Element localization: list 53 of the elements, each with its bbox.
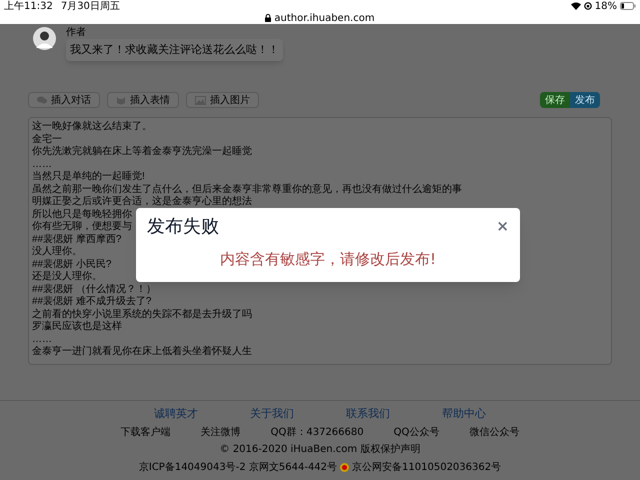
footer-item[interactable]: 微信公众号 [469, 424, 520, 440]
footer-item[interactable]: QQ群：437266680 [270, 424, 364, 440]
editor-line: 罗瀛民应该也是这样 [32, 321, 122, 334]
status-time: 上午11:32 [4, 0, 53, 14]
editor-line: 你先洗漱完就躺在床上等着金泰亨洗完澡一起睡觉 [32, 146, 252, 158]
save-button[interactable]: 保存 [540, 92, 570, 108]
image-icon [195, 96, 206, 104]
editor-line: 金泰亨一进门就看见你在床上低着头坐着怀疑人生 [32, 346, 252, 358]
chat-icon [37, 96, 47, 104]
insert-button[interactable]: 插入表情 [107, 92, 179, 108]
insert-button[interactable]: 插入对话 [28, 92, 100, 108]
footer-link[interactable]: 诚聘英才 [154, 406, 198, 422]
insert-button[interactable]: 插入图片 [186, 92, 259, 108]
editor-line: 没人理你。 [32, 246, 82, 258]
editor-line: 这一晚好像就这么结束了。 [32, 121, 152, 134]
error-message: 内容含有敏感字，请修改后发布! [220, 249, 436, 270]
editor-line: 金宅一 [32, 134, 62, 146]
wifi-icon [570, 2, 581, 10]
editor-line: ##裴偲妍 难不成升级去了? [32, 296, 152, 308]
status-date: 7月30日周五 [60, 0, 120, 14]
editor-line: 你有些无聊，便想要与 [32, 221, 132, 234]
editor-line: 所以他只是每晚轻拥你 [32, 208, 132, 220]
editor-line: …… [32, 334, 52, 346]
editor-line: ##裴偲妍 （什么情况？！） [32, 284, 156, 296]
close-button[interactable]: × [496, 218, 509, 234]
rotation-lock-icon [584, 2, 592, 10]
editor-line: 虽然之前那一晚你们发生了点什么，但后来金泰亨非常尊重你的意见，再也没有做过什么逾矩的事 [32, 184, 462, 196]
footer-item[interactable]: 关注微博 [200, 424, 241, 440]
footer-link[interactable]: 关于我们 [250, 406, 294, 422]
editor-line: ##裴偲妍 摩西摩西? [32, 234, 122, 246]
editor-line: 之前看的快穿小说里系统的失踪不都是去升级了吗 [32, 308, 252, 320]
url-text[interactable]: author.ihuaben.com [274, 10, 375, 26]
footer-item[interactable]: QQ公众号 [394, 424, 440, 440]
footer-link[interactable]: 联系我们 [346, 406, 390, 422]
dialog-title: 发布失败 [147, 214, 219, 238]
editor-line: 当然只是单纯的一起睡觉! [32, 171, 145, 184]
lock-icon [265, 14, 272, 22]
editor-line: ##裴偲妍 小民民? [32, 258, 112, 271]
editor-line: 明媒正娶之后或许更合适，这是金泰亨心里的想法 [32, 196, 252, 208]
copyright-text: © 2016-2020 iHuaBen.com 版权保护声明 [220, 442, 420, 457]
footer-link[interactable]: 帮助中心 [442, 406, 486, 422]
police-record-text: 京公网安备11010502036362号 [352, 460, 502, 474]
editor-line: 还是没人理你。 [32, 271, 102, 284]
icp-text: 京ICP备14049043号-2 京网文5644-442号 [138, 460, 338, 474]
message-bubble: 我又来了！求收藏关注评论送花么么哒！！ [66, 39, 283, 61]
author-label: 作者 [66, 27, 86, 39]
police-badge-icon [340, 462, 350, 472]
battery-icon [620, 2, 636, 10]
editor-line: …… [32, 158, 52, 170]
publish-button[interactable]: 发布 [570, 92, 600, 108]
footer-item[interactable]: 下载客户端 [120, 424, 171, 440]
battery-percent: 18% [594, 0, 617, 14]
cat-face-icon [116, 96, 126, 104]
